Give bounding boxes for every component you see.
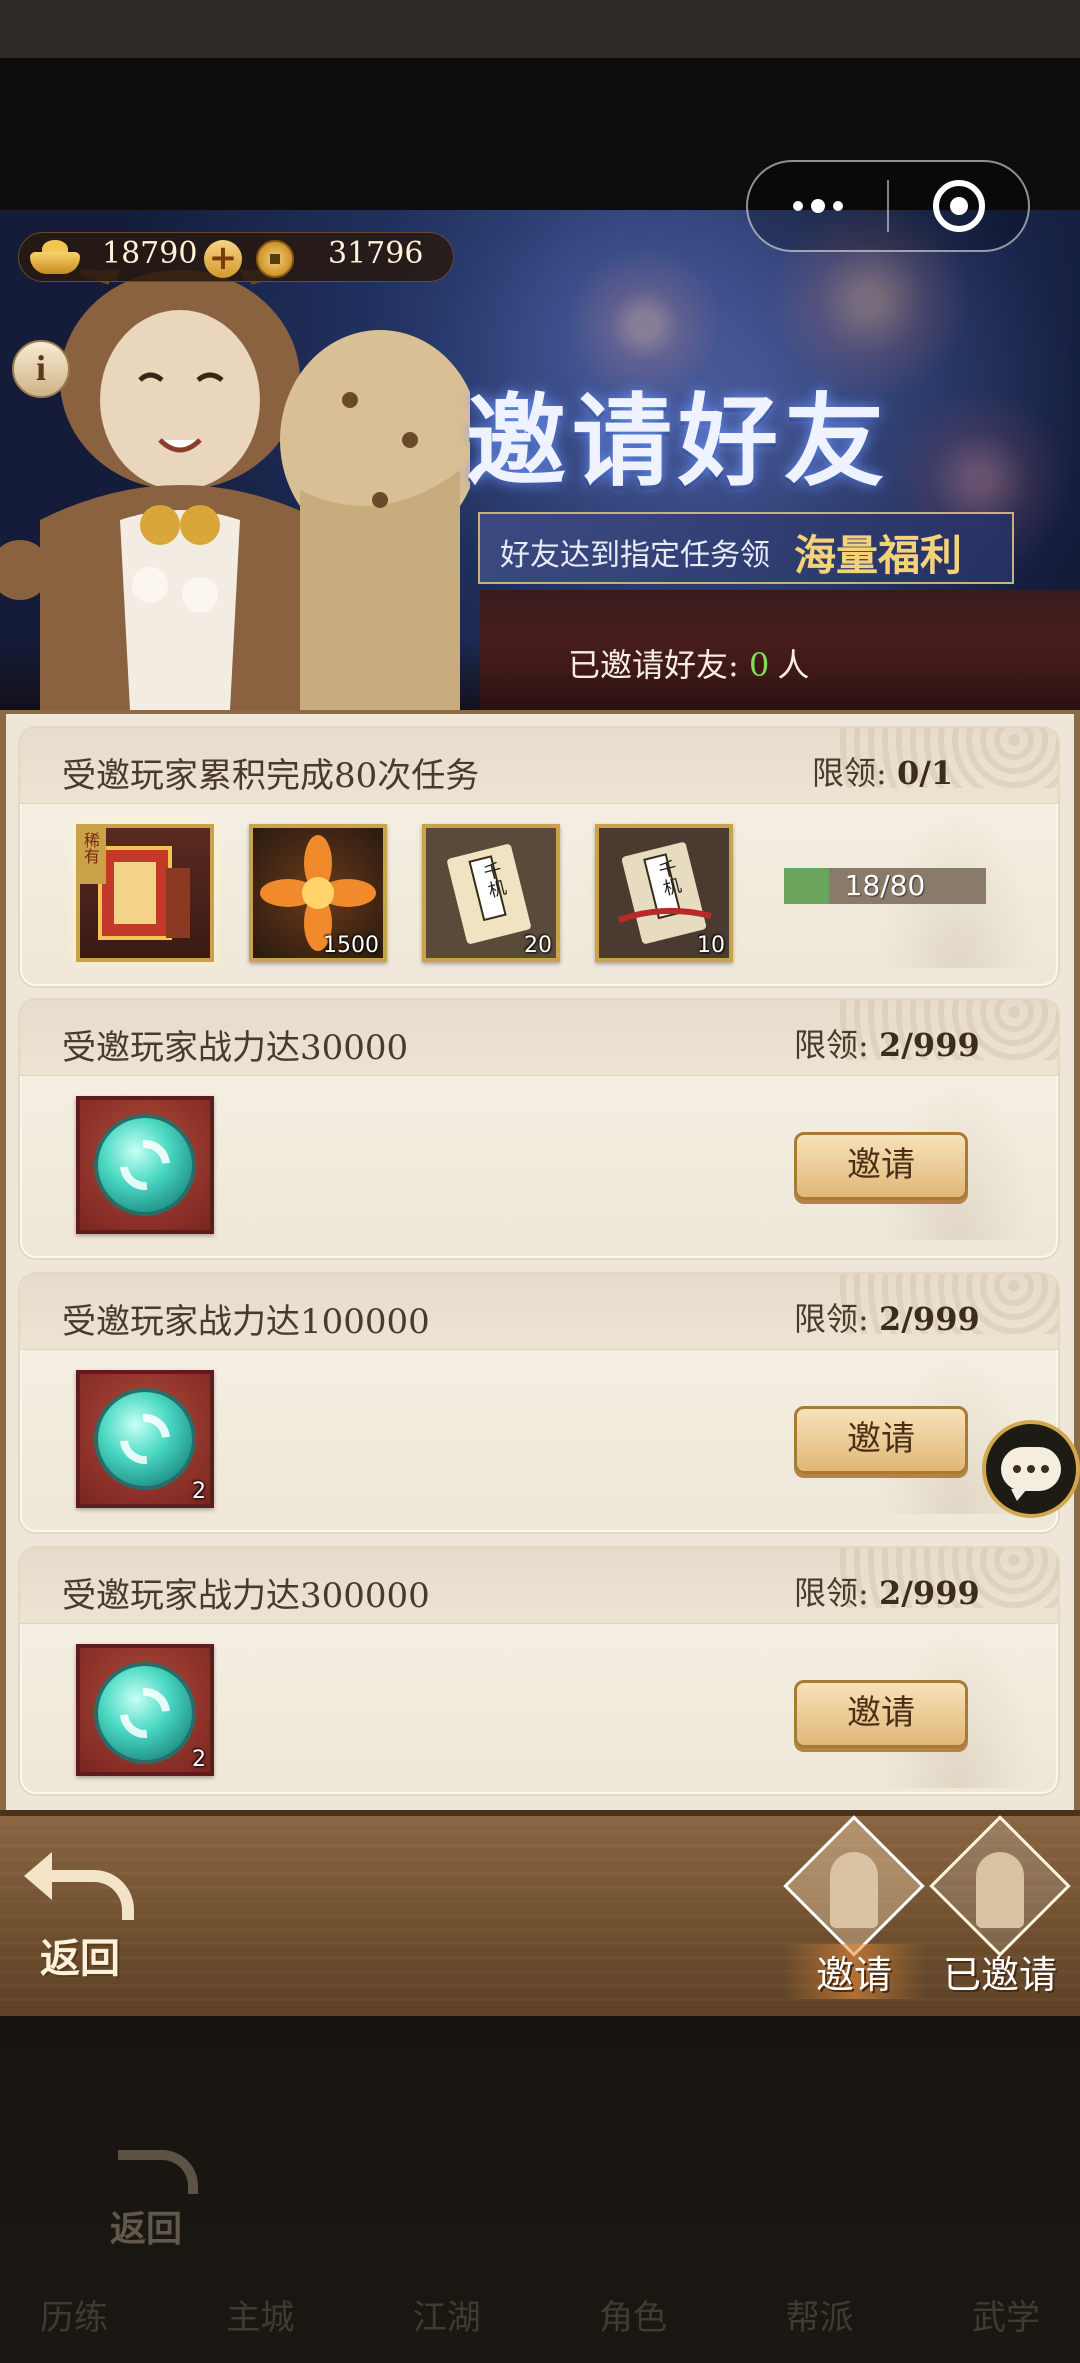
invite-button[interactable]: 邀请 xyxy=(794,1680,968,1748)
invite-friends-screen: 18790 + 31796 i 邀请好友 好友达到指定任务领 海量福利 已邀请好… xyxy=(0,0,1080,2363)
reward-quantity: 20 xyxy=(524,933,552,958)
background-nav-item: 角色 xyxy=(599,2298,668,2338)
back-arrow-icon xyxy=(118,2150,198,2194)
panel-border-left xyxy=(0,710,6,1810)
task-limit: 限领: 2/999 xyxy=(794,1020,980,1066)
reward-item[interactable]: 2 xyxy=(76,1370,214,1508)
info-button[interactable]: i xyxy=(12,340,70,398)
reward-quantity: 10 xyxy=(697,933,725,958)
limit-value: 0/1 xyxy=(896,754,954,792)
limit-value: 2/999 xyxy=(878,1574,980,1612)
reindeer-character-illustration xyxy=(0,270,470,710)
reward-quantity: 2 xyxy=(192,1479,206,1504)
gold-amount: 18790 xyxy=(102,236,198,271)
limit-value: 2/999 xyxy=(878,1026,980,1064)
back-label: 返回 xyxy=(40,1935,120,1982)
invited-unit: 人 xyxy=(777,646,810,684)
tab-invited-label: 已邀请 xyxy=(942,1953,1057,1997)
background-back-button: 返回 xyxy=(104,2150,214,2250)
chat-button[interactable] xyxy=(982,1420,1080,1518)
person-icon xyxy=(976,1852,1024,1928)
mini-program-capsule xyxy=(746,160,1030,252)
back-arrow-icon xyxy=(24,1852,134,1920)
reward-item[interactable]: 1500 xyxy=(249,824,387,962)
task-progress-bar: 18/80 xyxy=(784,868,986,904)
chat-bubble-icon xyxy=(1001,1447,1061,1501)
background-back-label: 返回 xyxy=(110,2208,183,2250)
background-nav-item: 江湖 xyxy=(412,2298,481,2338)
tab-invited[interactable]: 已邀请 xyxy=(929,1815,1071,1997)
gold-ingot-icon xyxy=(30,240,80,274)
add-gold-button[interactable]: + xyxy=(204,240,242,278)
reward-item[interactable]: 稀有 xyxy=(76,824,214,962)
status-bar xyxy=(0,0,1080,58)
limit-label: 限领: xyxy=(794,1574,869,1612)
target-close-icon xyxy=(932,180,985,232)
coin-amount: 31796 xyxy=(328,236,424,271)
reward-item[interactable] xyxy=(76,1096,214,1234)
refresh-orb-icon xyxy=(94,1114,196,1216)
background-nav: 历练 主城 江湖 角色 帮派 武学 xyxy=(40,2290,1040,2338)
limit-label: 限领: xyxy=(812,754,887,792)
panel-border-right xyxy=(1074,710,1080,1810)
more-dots-icon xyxy=(792,199,843,213)
banner-subtitle-emphasis: 海量福利 xyxy=(794,531,963,580)
background-nav-item: 武学 xyxy=(971,2298,1040,2338)
invited-number: 0 xyxy=(748,646,770,684)
refresh-orb-icon xyxy=(94,1388,196,1490)
invite-button[interactable]: 邀请 xyxy=(794,1132,968,1200)
task-title: 受邀玩家累积完成80次任务 xyxy=(62,756,480,796)
invited-friends-count: 已邀请好友: 0人 xyxy=(568,640,809,686)
background-nav-item: 主城 xyxy=(226,2298,295,2338)
reward-item[interactable]: 2 xyxy=(76,1644,214,1776)
limit-label: 限领: xyxy=(794,1300,869,1338)
reward-quantity: 1500 xyxy=(323,933,379,958)
reward-item[interactable]: 千机 20 xyxy=(422,824,560,962)
task-limit: 限领: 2/999 xyxy=(794,1294,980,1340)
banner-subtitle-prefix: 好友达到指定任务领 xyxy=(500,538,770,573)
progress-text: 18/80 xyxy=(844,869,926,902)
banner-subtitle: 好友达到指定任务领 海量福利 xyxy=(478,512,1014,584)
task-title: 受邀玩家战力达30000 xyxy=(62,1028,409,1068)
tab-invite[interactable]: 邀请 xyxy=(783,1815,925,1999)
task-title: 受邀玩家战力达300000 xyxy=(62,1576,430,1616)
close-mini-program-button[interactable] xyxy=(889,162,1028,250)
back-button[interactable]: 返回 xyxy=(24,1852,150,1982)
tab-invite-label: 邀请 xyxy=(784,1944,924,1999)
reward-badge: 稀有 xyxy=(81,832,100,864)
invite-button[interactable]: 邀请 xyxy=(794,1406,968,1474)
invited-label: 已邀请好友: xyxy=(568,646,749,684)
limit-value: 2/999 xyxy=(878,1300,980,1338)
background-nav-item: 帮派 xyxy=(785,2298,854,2338)
reward-item[interactable]: 千机 10 xyxy=(595,824,733,962)
task-limit: 限领: 2/999 xyxy=(794,1568,980,1614)
banner-title: 邀请好友 xyxy=(466,382,890,500)
person-icon xyxy=(830,1852,878,1928)
background-nav-item: 历练 xyxy=(40,2298,108,2338)
reward-quantity: 2 xyxy=(192,1747,206,1772)
copper-coin-icon xyxy=(256,240,294,278)
task-title: 受邀玩家战力达100000 xyxy=(62,1302,430,1342)
task-limit: 限领: 0/1 xyxy=(812,748,953,794)
more-button[interactable] xyxy=(748,162,887,250)
limit-label: 限领: xyxy=(794,1026,869,1064)
refresh-orb-icon xyxy=(94,1662,196,1764)
